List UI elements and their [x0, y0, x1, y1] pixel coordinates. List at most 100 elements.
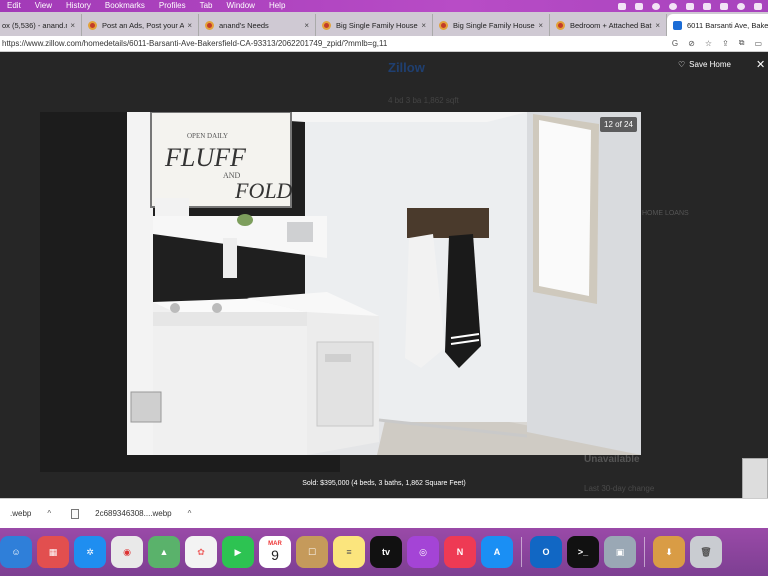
sidebar-icon[interactable]: ▭ [754, 39, 762, 48]
launchpad-icon[interactable]: ▦ [37, 536, 69, 568]
app-store-icon[interactable]: A [481, 536, 513, 568]
side-thumbnail [742, 458, 768, 498]
menu-items: Edit View History Bookmarks Profiles Tab… [0, 0, 292, 12]
download-file-name: 2c689346308....webp [95, 509, 172, 518]
screen-icon[interactable] [635, 2, 643, 10]
close-viewer-button[interactable]: ✕ [756, 58, 765, 71]
home-stats: 4 bd 3 ba 1,862 sqft [388, 96, 459, 105]
save-home-label: Save Home [689, 60, 731, 69]
file-icon [71, 508, 80, 519]
photo-caption: Sold: $395,000 (4 beds, 3 baths, 1,862 S… [302, 480, 466, 487]
zillow-logo: Zillow [388, 60, 425, 75]
sign-fold-text: FOLD [234, 178, 293, 203]
tab-close-button[interactable]: × [304, 21, 309, 30]
preview-icon[interactable]: ▣ [604, 536, 636, 568]
download-item-2[interactable]: 2c689346308....webp ^ [61, 508, 201, 519]
sign-fluff-text: FLUFF [164, 143, 247, 172]
chevron-up-icon[interactable]: ^ [188, 509, 192, 518]
tab-close-button[interactable]: × [421, 21, 426, 30]
download-file-name: .webp [10, 509, 32, 518]
extensions-icon[interactable]: ⧉ [739, 38, 745, 48]
status-tray [618, 0, 762, 12]
address-bar[interactable]: https://www.zillow.com/homedetails/6011-… [0, 36, 768, 52]
photos-icon[interactable]: ✿ [185, 536, 217, 568]
bookmark-icon[interactable]: ☆ [705, 39, 712, 48]
podcasts-icon[interactable]: ◎ [407, 536, 439, 568]
app-status-icon[interactable] [652, 2, 660, 10]
control-center-icon[interactable] [754, 2, 762, 10]
google-icon[interactable]: G [672, 39, 678, 48]
apple-tv-label: tv [381, 547, 390, 557]
url-text[interactable]: https://www.zillow.com/homedetails/6011-… [0, 39, 387, 48]
tab-favicon-icon [556, 20, 565, 30]
news-icon[interactable]: N [444, 536, 476, 568]
tab-close-button[interactable]: × [538, 21, 543, 30]
tab-anands-needs[interactable]: anand's Needs × [199, 14, 316, 36]
tab-favicon-icon [439, 20, 448, 30]
tab-title: Bedroom + Attached Bathro [570, 20, 652, 30]
menu-help[interactable]: Help [262, 0, 292, 12]
menu-tab[interactable]: Tab [193, 0, 220, 12]
calendar-icon[interactable]: MAR 9 [259, 536, 291, 568]
tab-close-button[interactable]: × [70, 21, 75, 30]
outlook-icon[interactable]: O [530, 536, 562, 568]
tab-title: 6011 Barsanti Ave, Bakersfie [687, 20, 768, 30]
tab-zillow-active[interactable]: 6011 Barsanti Ave, Bakersfie [667, 14, 768, 36]
download-item-1[interactable]: .webp ^ [0, 509, 61, 518]
chevron-up-icon[interactable]: ^ [47, 509, 51, 518]
downloads-bar: .webp ^ 2c689346308....webp ^ [0, 498, 768, 528]
tab-title: Big Single Family House For [336, 20, 418, 30]
display-icon[interactable] [686, 2, 694, 10]
tab-close-button[interactable]: × [187, 21, 192, 30]
menu-history[interactable]: History [59, 0, 98, 12]
dock-separator [644, 537, 645, 567]
zestimate-unavailable: Unavailable [584, 454, 640, 465]
browser-tab-bar: ox (5,536) - anand.nsit@ × Post an Ads, … [0, 12, 768, 36]
volume-icon[interactable] [703, 2, 711, 10]
apple-tv-icon[interactable]: tv [370, 536, 402, 568]
home-loans-label: HOME LOANS [642, 210, 689, 217]
hide-icon[interactable]: ⊘ [688, 39, 695, 48]
macos-dock: ☺ ▦ ✲ ◉ ▲ ✿ ▶ MAR 9 ☐ ≡ tv ◎ N A O >_ ▣ … [0, 528, 768, 576]
tab-post-ads[interactable]: Post an Ads, Post your Ads × [82, 14, 199, 36]
menu-bookmarks[interactable]: Bookmarks [98, 0, 152, 12]
safari-icon[interactable]: ✲ [74, 536, 106, 568]
menu-edit[interactable]: Edit [0, 0, 28, 12]
tab-title: Post an Ads, Post your Ads [102, 20, 185, 30]
save-home-button[interactable]: ♡ Save Home [678, 60, 731, 69]
tab-bedroom[interactable]: Bedroom + Attached Bathro × [550, 14, 667, 36]
tab-big-house-2[interactable]: Big Single Family House For × [433, 14, 550, 36]
contacts-icon[interactable]: ☐ [296, 536, 328, 568]
terminal-icon[interactable]: >_ [567, 536, 599, 568]
tab-title: anand's Needs [219, 20, 269, 30]
menu-window[interactable]: Window [220, 0, 262, 12]
share-icon[interactable]: ⇪ [722, 39, 729, 48]
chrome-icon[interactable]: ◉ [111, 536, 143, 568]
dropbox-icon[interactable] [618, 2, 626, 10]
tab-favicon-icon [205, 20, 214, 30]
heart-icon: ♡ [678, 60, 686, 69]
calendar-day: 9 [271, 547, 279, 563]
tab-close-button[interactable]: × [655, 21, 660, 30]
maps-icon[interactable]: ▲ [148, 536, 180, 568]
github-icon[interactable] [669, 2, 677, 10]
trash-icon[interactable]: 🗑 [690, 536, 722, 568]
menu-profiles[interactable]: Profiles [152, 0, 193, 12]
tab-gmail[interactable]: ox (5,536) - anand.nsit@ × [0, 14, 82, 36]
dock-separator [521, 537, 522, 567]
address-bar-icons: G ⊘ ☆ ⇪ ⧉ ▭ [672, 38, 762, 48]
screen: Edit View History Bookmarks Profiles Tab… [0, 0, 768, 576]
menu-view[interactable]: View [28, 0, 59, 12]
finder-icon[interactable]: ☺ [0, 536, 32, 568]
listing-photo[interactable]: OPEN DAILY FLUFF AND FOLD [127, 112, 641, 455]
zillow-favicon-icon [673, 20, 682, 30]
photo-counter: 12 of 24 [600, 117, 637, 132]
wifi-icon[interactable] [720, 2, 728, 10]
tab-big-house-1[interactable]: Big Single Family House For × [316, 14, 433, 36]
notes-icon[interactable]: ≡ [333, 536, 365, 568]
sign-small-text: OPEN DAILY [187, 132, 228, 140]
downloads-stack-icon[interactable]: ⬇ [653, 536, 685, 568]
laundry-room-illustration: OPEN DAILY FLUFF AND FOLD [127, 112, 641, 455]
facetime-icon[interactable]: ▶ [222, 536, 254, 568]
search-icon[interactable] [737, 2, 745, 10]
